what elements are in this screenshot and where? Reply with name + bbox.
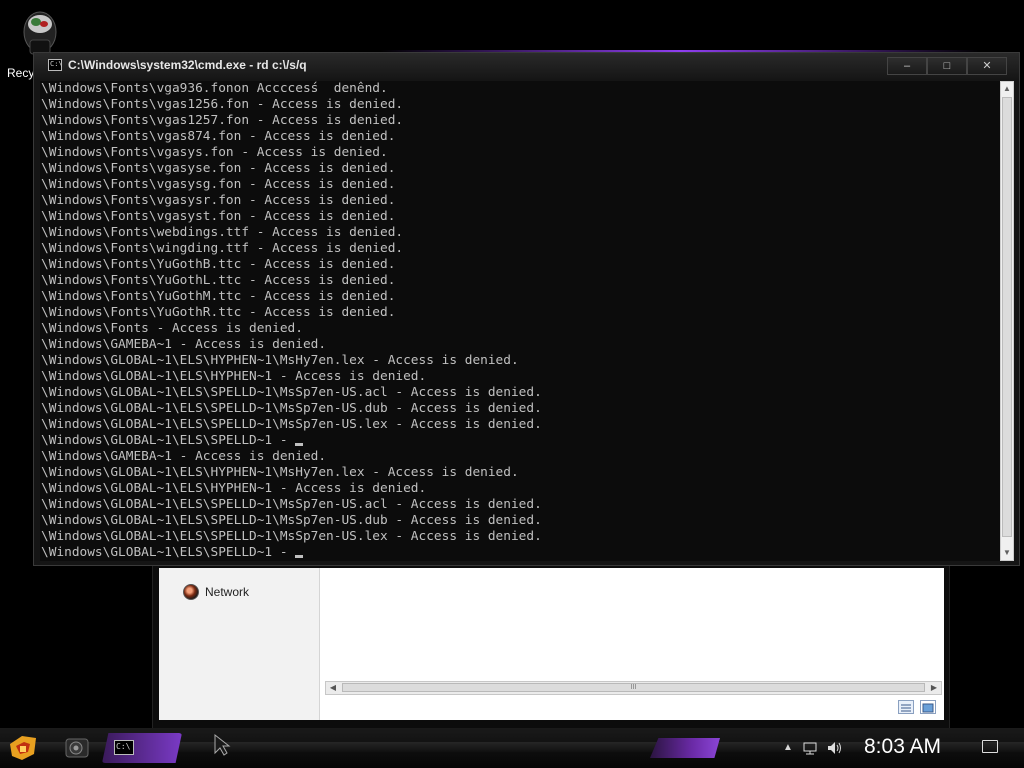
- scroll-right-icon[interactable]: ▶: [927, 682, 941, 694]
- console-line: \Windows\Fonts\wingding.ttf - Access is …: [41, 241, 404, 256]
- explorer-content: Network ◀ III ▶: [159, 568, 944, 720]
- console-line: \Windows\Fonts\vgas1257.fon - Access is …: [41, 113, 404, 128]
- console-cursor: [295, 555, 304, 558]
- scroll-up-icon[interactable]: ▲: [1001, 82, 1013, 96]
- console-line: \Windows\GLOBAL~1\ELS\SPELLD~1\MsSp7en-U…: [41, 513, 542, 528]
- network-tray-icon[interactable]: [802, 740, 818, 759]
- console-line: \Windows\Fonts\vgasyst.fon - Access is d…: [41, 209, 396, 224]
- console-line: \Windows\Fonts\webdings.ttf - Access is …: [41, 225, 404, 240]
- cmd-title: C:\Windows\system32\cmd.exe - rd c:\/s/q: [68, 58, 307, 72]
- console-line: \Windows\Fonts\vgasysg.fon - Access is d…: [41, 177, 396, 192]
- tray-accent: [650, 738, 720, 758]
- scroll-left-icon[interactable]: ◀: [326, 682, 340, 694]
- console-line: \Windows\GLOBAL~1\ELS\SPELLD~1\MsSp7en-U…: [41, 497, 542, 512]
- scroll-down-icon[interactable]: ▼: [1001, 546, 1013, 560]
- explorer-nav-pane: Network: [159, 568, 320, 720]
- explorer-window[interactable]: Network ◀ III ▶: [152, 555, 950, 729]
- console-line: \Windows\Fonts\vgasysr.fon - Access is d…: [41, 193, 396, 208]
- console-line: \Windows\Fonts\YuGothM.ttc - Access is d…: [41, 289, 396, 304]
- console-line: \Windows\Fonts\vgas874.fon - Access is d…: [41, 129, 396, 144]
- explorer-taskbar-icon: [65, 738, 89, 758]
- horizontal-scroll-thumb[interactable]: III: [342, 683, 925, 692]
- console-line: \Windows\GLOBAL~1\ELS\SPELLD~1\MsSp7en-U…: [41, 385, 542, 400]
- volume-icon[interactable]: [826, 740, 844, 759]
- console-line: \Windows\GLOBAL~1\ELS\HYPHEN~1\MsHy7en.l…: [41, 353, 519, 368]
- taskbar: C:\ ▲ 8:03 AM: [0, 728, 1024, 768]
- console-line: \Windows\GLOBAL~1\ELS\SPELLD~1 -: [40, 433, 1000, 449]
- start-button-icon[interactable]: [8, 734, 38, 762]
- cmd-taskbar-icon: C:\: [114, 740, 134, 755]
- minimize-button[interactable]: –: [887, 57, 927, 75]
- action-center-icon[interactable]: [982, 740, 998, 753]
- console-line: \Windows\Fonts\YuGothB.ttc - Access is d…: [41, 257, 396, 272]
- nav-item-network-label: Network: [205, 585, 250, 599]
- console-line: \Windows\GLOBAL~1\ELS\HYPHEN~1 - Access …: [41, 369, 427, 384]
- console-line: \Windows\GLOBAL~1\ELS\SPELLD~1\MsSp7en-U…: [41, 401, 542, 416]
- console-cursor: [295, 443, 304, 446]
- mouse-pointer-icon: [214, 733, 231, 756]
- console-line: \Windows\Fonts\YuGothR.ttc - Access is d…: [41, 305, 396, 320]
- console-line: \Windows\Fonts - Access is denied.: [41, 321, 303, 336]
- large-icons-view-icon[interactable]: [920, 700, 936, 714]
- console-line: \Windows\GLOBAL~1\ELS\SPELLD~1\MsSp7en-U…: [41, 529, 542, 544]
- network-icon: [183, 584, 199, 600]
- recycle-bin-label: Recy: [7, 66, 35, 80]
- console-vertical-scrollbar[interactable]: ▲ ▼: [1000, 81, 1014, 561]
- cmd-titlebar[interactable]: C:\ C:\Windows\system32\cmd.exe - rd c:\…: [34, 53, 1019, 79]
- console-line: \Windows\GLOBAL~1\ELS\HYPHEN~1\MsHy7en.l…: [41, 465, 519, 480]
- details-view-icon[interactable]: [898, 700, 914, 714]
- taskbar-cmd-button[interactable]: C:\: [102, 733, 182, 763]
- maximize-button[interactable]: □: [927, 57, 967, 75]
- console-line: \Windows\GLOBAL~1\ELS\SPELLD~1 -: [40, 545, 1000, 561]
- console-line: \Windows\GLOBAL~1\ELS\SPELLD~1\MsSp7en-U…: [41, 417, 542, 432]
- console-line: \Windows\Fonts\vga936.fonon Accccesś den…: [41, 81, 388, 96]
- console-line: \Windows\Fonts\vgasys.fon - Access is de…: [41, 145, 388, 160]
- console-line: \Windows\GAMEBA~1 - Access is denied.: [41, 337, 327, 352]
- taskbar-explorer-button[interactable]: [58, 733, 98, 763]
- vertical-scroll-thumb[interactable]: [1002, 97, 1012, 537]
- taskbar-clock[interactable]: 8:03 AM: [864, 733, 941, 761]
- console-line: \Windows\GLOBAL~1\ELS\HYPHEN~1 - Access …: [41, 481, 427, 496]
- cmd-window[interactable]: C:\ C:\Windows\system32\cmd.exe - rd c:\…: [33, 52, 1020, 566]
- console-line: \Windows\Fonts\vgas1256.fon - Access is …: [41, 97, 404, 112]
- console-line: \Windows\GAMEBA~1 - Access is denied.: [41, 449, 327, 464]
- console-line: \Windows\Fonts\vgasyse.fon - Access is d…: [41, 161, 396, 176]
- console-output[interactable]: \Windows\Fonts\vga936.fonon Accccesś den…: [40, 81, 1000, 561]
- console-line: \Windows\Fonts\YuGothL.ttc - Access is d…: [41, 273, 396, 288]
- show-hidden-icons-icon[interactable]: ▲: [783, 740, 793, 756]
- cmd-app-icon: C:\: [48, 59, 63, 71]
- close-button[interactable]: ✕: [967, 57, 1007, 75]
- nav-item-network[interactable]: Network: [183, 584, 249, 600]
- explorer-horizontal-scrollbar[interactable]: ◀ III ▶: [325, 681, 942, 695]
